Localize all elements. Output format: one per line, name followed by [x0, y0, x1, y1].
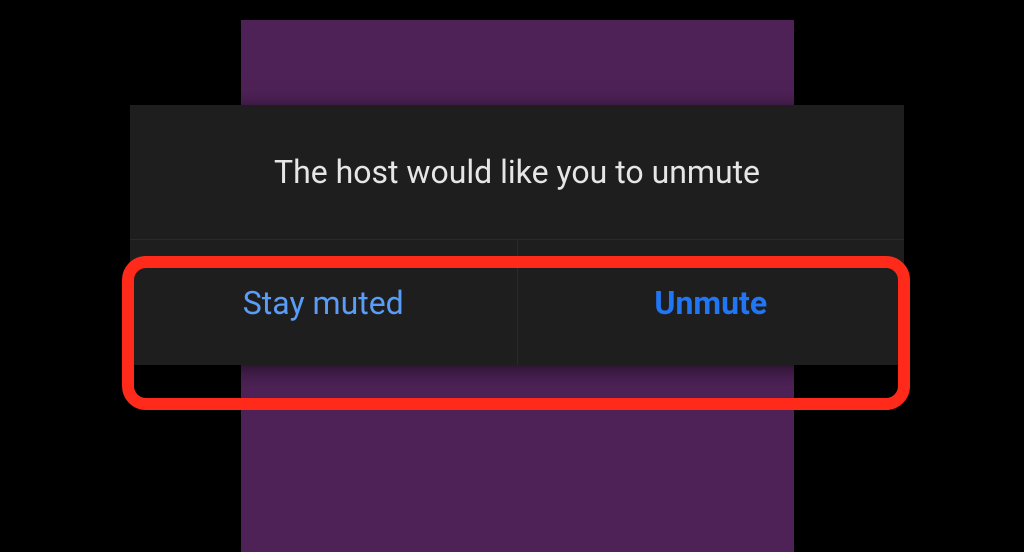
dialog-message: The host would like you to unmute — [130, 105, 904, 240]
unmute-request-dialog: The host would like you to unmute Stay m… — [130, 105, 904, 365]
unmute-button[interactable]: Unmute — [518, 240, 905, 365]
stay-muted-button[interactable]: Stay muted — [130, 240, 518, 365]
dialog-actions: Stay muted Unmute — [130, 240, 904, 365]
